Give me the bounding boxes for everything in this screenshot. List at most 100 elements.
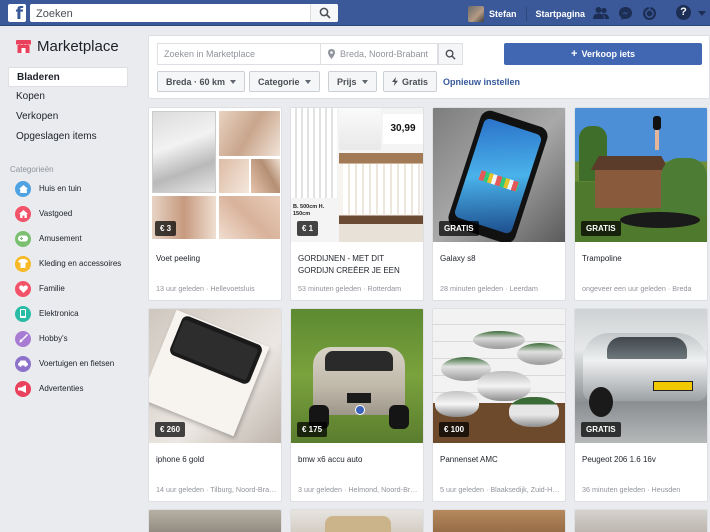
location-value: Breda, Noord-Brabant [340, 49, 429, 59]
listing-image: € 260 [149, 309, 281, 443]
listing-image: 30,99 B. 500cm H. 150cm € 1 [291, 108, 423, 242]
category-huis-en-tuin[interactable]: Huis en tuin [15, 176, 121, 201]
marketplace-store-icon [16, 40, 31, 53]
category-label: Voertuigen en fietsen [39, 359, 115, 368]
shirt-icon [15, 255, 31, 272]
listing-meta: 5 uur geleden · Blaaksedijk, Zuid-Hollan… [440, 485, 562, 494]
category-label: Amusement [39, 234, 82, 243]
friends-icon[interactable] [593, 4, 609, 22]
category-label: Huis en tuin [39, 184, 82, 193]
category-list: Huis en tuin Vastgoed Amusement Kleding … [15, 176, 121, 401]
listing-meta: 13 uur geleden · Hellevoetsluis [156, 284, 255, 293]
location-field[interactable]: Breda, Noord-Brabant [321, 43, 438, 65]
category-familie[interactable]: Familie [15, 276, 121, 301]
listing-title: Galaxy s8 [440, 254, 476, 263]
facebook-logo-icon[interactable]: f [8, 4, 26, 22]
listing-meta: 28 minuten geleden · Leerdam [440, 284, 538, 293]
distance-filter[interactable]: Breda · 60 km [157, 71, 246, 92]
messenger-icon[interactable] [617, 4, 633, 22]
global-search [30, 4, 338, 23]
listing-meta: ongeveer een uur geleden · Breda [582, 284, 692, 293]
listing-card[interactable]: 30,99 B. 500cm H. 150cm € 1 GORDIJNEN - … [290, 107, 424, 301]
category-advertenties[interactable]: Advertenties [15, 376, 121, 401]
divider [525, 6, 527, 21]
distance-filter-label: Breda · 60 km [166, 76, 226, 87]
category-voertuigen[interactable]: Voertuigen en fietsen [15, 351, 121, 376]
listing-meta: 3 uur geleden · Helmond, Noord-Brabant [298, 485, 420, 494]
curtain-size-text: B. 500cm H. 150cm [293, 204, 325, 217]
marketplace-heading: Marketplace [16, 38, 119, 55]
plus-icon: + [571, 48, 578, 60]
help-icon[interactable]: ? [676, 5, 691, 20]
top-icon-group [593, 4, 665, 22]
listing-card[interactable]: GRATIS Peugeot 206 1.6 16v 36 minuten ge… [574, 308, 708, 502]
price-filter[interactable]: Prijs [328, 71, 377, 92]
global-search-button[interactable] [310, 4, 338, 22]
free-filter[interactable]: Gratis [383, 71, 438, 92]
category-vastgoed[interactable]: Vastgoed [15, 201, 121, 226]
category-hobbys[interactable]: Hobby's [15, 326, 121, 351]
notifications-icon[interactable] [641, 4, 657, 22]
heart-icon [15, 280, 31, 297]
listing-title: Trampoline [582, 254, 622, 263]
listing-price: € 100 [439, 422, 470, 437]
marketplace-search [157, 43, 321, 65]
price-filter-label: Prijs [337, 76, 357, 87]
chevron-down-icon [361, 79, 368, 84]
listing-card[interactable]: € 260 iphone 6 gold 14 uur geleden · Til… [148, 308, 282, 502]
listing-price: € 260 [155, 422, 186, 437]
sell-button-label: Verkoop iets [581, 49, 635, 59]
sidebar-item-verkopen[interactable]: Verkopen [8, 107, 128, 127]
listing-card[interactable] [432, 509, 566, 532]
listing-price: € 3 [155, 221, 177, 236]
listing-title: Voet peeling [156, 254, 201, 263]
profile-link[interactable]: Stefan [489, 9, 517, 19]
category-kleding[interactable]: Kleding en accessoires [15, 251, 121, 276]
listing-title: bmw x6 accu auto [298, 455, 363, 464]
category-label: Elektronica [39, 309, 79, 318]
chevron-down-icon [230, 79, 237, 84]
free-filter-label: Gratis [402, 76, 429, 87]
marketplace-search-button[interactable] [438, 43, 463, 65]
listing-price: € 1 [297, 221, 319, 236]
category-filter-label: Categorie [258, 76, 300, 87]
category-filter[interactable]: Categorie [249, 71, 320, 92]
sidebar-item-kopen[interactable]: Kopen [8, 87, 128, 107]
listing-title: iphone 6 gold [156, 455, 205, 464]
sidebar-item-opgeslagen[interactable]: Opgeslagen items [8, 127, 128, 147]
paint-icon [15, 330, 31, 347]
chevron-down-icon [304, 79, 311, 84]
listing-card[interactable]: GRATIS Trampoline ongeveer een uur geled… [574, 107, 708, 301]
listing-image: € 3 [149, 108, 281, 242]
account-menu-caret-icon[interactable] [698, 11, 706, 16]
listing-title: Peugeot 206 1.6 16v [582, 455, 656, 464]
listing-card[interactable] [574, 509, 708, 532]
home-link[interactable]: Startpagina [536, 9, 586, 19]
listing-card[interactable]: € 175 bmw x6 accu auto 3 uur geleden · H… [290, 308, 424, 502]
sidebar-item-bladeren[interactable]: Bladeren [8, 67, 128, 87]
global-search-input[interactable] [30, 5, 300, 23]
listing-card[interactable]: € 3 Voet peeling 13 uur geleden · Hellev… [148, 107, 282, 301]
listing-price: € 175 [297, 422, 328, 437]
listing-price: GRATIS [581, 221, 621, 236]
listing-image: GRATIS [575, 309, 707, 443]
listing-image [325, 516, 391, 532]
marketplace-search-input[interactable] [158, 44, 320, 64]
sidebar: Marketplace Bladeren Kopen Verkopen Opge… [0, 26, 140, 532]
listing-title: GORDIJNEN - MET DIT GORDIJN CREËER JE EE… [298, 254, 400, 275]
category-amusement[interactable]: Amusement [15, 226, 121, 251]
listing-card[interactable] [290, 509, 424, 532]
filter-panel: Breda, Noord-Brabant + Verkoop iets Bred… [148, 35, 710, 99]
listing-price: GRATIS [581, 422, 621, 437]
category-label: Familie [39, 284, 65, 293]
car-icon [15, 355, 31, 372]
listing-card[interactable] [148, 509, 282, 532]
avatar[interactable] [468, 5, 484, 22]
listing-title: Pannenset AMC [440, 455, 498, 464]
listing-card[interactable]: GRATIS Galaxy s8 28 minuten geleden · Le… [432, 107, 566, 301]
listing-meta: 14 uur geleden · Tilburg, Noord-Brabant [156, 485, 278, 494]
listing-card[interactable]: € 100 Pannenset AMC 5 uur geleden · Blaa… [432, 308, 566, 502]
reset-filters-link[interactable]: Opnieuw instellen [443, 77, 520, 87]
category-elektronica[interactable]: Elektronica [15, 301, 121, 326]
sell-button[interactable]: + Verkoop iets [504, 43, 702, 65]
